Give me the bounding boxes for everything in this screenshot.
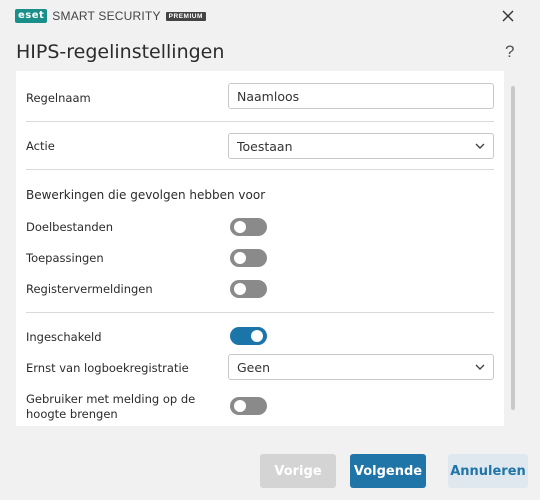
rule-name-label: Regelnaam bbox=[26, 91, 91, 105]
toggle-knob bbox=[234, 221, 246, 233]
page-title: HIPS-regelinstellingen bbox=[16, 41, 225, 63]
chevron-down-icon bbox=[475, 143, 485, 149]
applications-label: Toepassingen bbox=[26, 251, 104, 265]
scrollbar[interactable] bbox=[511, 86, 515, 410]
close-icon bbox=[502, 10, 514, 22]
divider bbox=[26, 312, 494, 313]
log-severity-label: Ernst van logboekregistratie bbox=[26, 361, 189, 375]
target-files-toggle[interactable] bbox=[230, 218, 267, 236]
registry-entries-label: Registervermeldingen bbox=[26, 282, 153, 296]
toggle-knob bbox=[234, 252, 246, 264]
rule-name-value: Naamloos bbox=[237, 88, 300, 104]
notify-user-label-line1: Gebruiker met melding op de bbox=[26, 392, 196, 406]
operations-heading: Bewerkingen die gevolgen hebben voor bbox=[26, 188, 266, 202]
action-select[interactable]: Toestaan bbox=[228, 133, 494, 159]
enabled-toggle[interactable] bbox=[230, 327, 267, 345]
applications-toggle[interactable] bbox=[230, 249, 267, 267]
help-button[interactable]: ? bbox=[505, 42, 514, 62]
divider bbox=[26, 121, 494, 122]
eset-logo: eset SMART SECURITY PREMIUM bbox=[15, 9, 206, 23]
notify-user-label: Gebruiker met melding op de hoogte breng… bbox=[26, 392, 195, 422]
divider bbox=[26, 169, 494, 170]
previous-button[interactable]: Vorige bbox=[260, 454, 336, 488]
log-severity-select[interactable]: Geen bbox=[228, 354, 494, 380]
logo-edition-badge: PREMIUM bbox=[165, 11, 206, 21]
registry-entries-toggle[interactable] bbox=[230, 280, 267, 298]
cancel-button[interactable]: Annuleren bbox=[448, 454, 528, 488]
enabled-label: Ingeschakeld bbox=[26, 330, 102, 344]
toggle-knob bbox=[234, 400, 246, 412]
action-label: Actie bbox=[26, 139, 55, 153]
target-files-label: Doelbestanden bbox=[26, 220, 114, 234]
action-value: Toestaan bbox=[237, 138, 293, 154]
log-severity-value: Geen bbox=[237, 359, 270, 375]
notify-user-toggle[interactable] bbox=[230, 397, 267, 415]
notify-user-label-line2: hoogte brengen bbox=[26, 407, 118, 421]
chevron-down-icon bbox=[475, 364, 485, 370]
next-button[interactable]: Volgende bbox=[350, 454, 426, 488]
rule-name-input[interactable]: Naamloos bbox=[228, 83, 494, 109]
toggle-knob bbox=[234, 283, 246, 295]
close-button[interactable] bbox=[498, 8, 518, 26]
logo-product-name: SMART SECURITY bbox=[52, 9, 161, 23]
title-bar: eset SMART SECURITY PREMIUM bbox=[0, 0, 540, 34]
toggle-knob bbox=[251, 330, 263, 342]
logo-brand: eset bbox=[15, 9, 48, 23]
